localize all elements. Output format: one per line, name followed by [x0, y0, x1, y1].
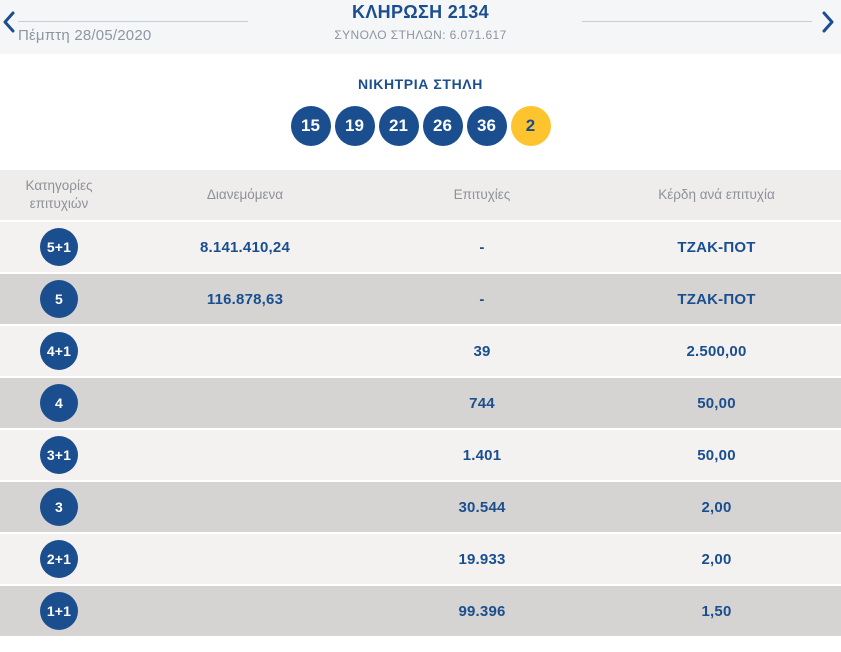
category-badge: 5+1 — [40, 228, 78, 266]
table-row: 5 116.878,63 - ΤΖΑΚ-ΠΟΤ — [0, 274, 841, 326]
category-cell: 3+1 — [0, 436, 118, 474]
table-row: 2+1 19.933 2,00 — [0, 534, 841, 586]
winnings-cell: 2,00 — [701, 498, 732, 516]
page-title: ΚΛΗΡΩΣΗ 2134 — [352, 2, 489, 22]
winning-column-title: ΝΙΚΗΤΡΙΑ ΣΤΗΛΗ — [358, 76, 483, 92]
draw-navigation-header: Πέμπτη 28/05/2020 ΚΛΗΡΩΣΗ 2134 ΣΥΝΟΛΟ ΣΤ… — [0, 0, 841, 54]
successes-cell: 1.401 — [462, 446, 502, 464]
column-header-successes: Επιτυχίες — [453, 187, 511, 203]
category-badge: 2+1 — [40, 540, 78, 578]
results-table: Κατηγορίες επιτυχιών Διανεμόμενα Επιτυχί… — [0, 170, 841, 638]
table-row: 3+1 1.401 50,00 — [0, 430, 841, 482]
next-draw-button[interactable] — [822, 11, 835, 33]
chevron-right-icon — [822, 11, 835, 36]
timeline-right-divider — [582, 21, 812, 22]
winning-number-ball: 26 — [422, 106, 463, 146]
successes-cell: 39 — [473, 342, 491, 360]
table-row: 3 30.544 2,00 — [0, 482, 841, 534]
winnings-cell: 2,00 — [701, 550, 732, 568]
category-cell: 3 — [0, 488, 118, 526]
category-cell: 5+1 — [0, 228, 118, 266]
joker-number-ball: 2 — [510, 106, 551, 146]
results-table-header: Κατηγορίες επιτυχιών Διανεμόμενα Επιτυχί… — [0, 170, 841, 222]
table-row: 1+1 99.396 1,50 — [0, 586, 841, 638]
category-cell: 4 — [0, 384, 118, 422]
category-badge: 3+1 — [40, 436, 78, 474]
winnings-cell: 2.500,00 — [686, 342, 747, 360]
category-badge: 5 — [40, 280, 78, 318]
category-badge: 1+1 — [40, 592, 78, 630]
column-header-distributed: Διανεμόμενα — [206, 187, 284, 203]
successes-cell: - — [479, 238, 485, 256]
distributed-cell: 8.141.410,24 — [200, 238, 290, 256]
category-cell: 2+1 — [0, 540, 118, 578]
winning-number-ball: 36 — [466, 106, 507, 146]
winnings-cell: 1,50 — [701, 602, 732, 620]
draw-title-block: ΚΛΗΡΩΣΗ 2134 ΣΥΝΟΛΟ ΣΤΗΛΩΝ: 6.071.617 — [0, 2, 841, 42]
table-row: 4 744 50,00 — [0, 378, 841, 430]
column-header-category: Κατηγορίες επιτυχιών — [25, 178, 93, 211]
distributed-cell: 116.878,63 — [206, 290, 284, 308]
table-row: 5+1 8.141.410,24 - ΤΖΑΚ-ΠΟΤ — [0, 222, 841, 274]
successes-cell: 744 — [469, 394, 495, 412]
winning-number-ball: 19 — [334, 106, 375, 146]
winning-number-ball: 21 — [378, 106, 419, 146]
successes-cell: - — [479, 290, 485, 308]
winnings-cell: ΤΖΑΚ-ΠΟΤ — [677, 238, 756, 256]
winning-column-section: ΝΙΚΗΤΡΙΑ ΣΤΗΛΗ 15 19 21 26 36 2 — [0, 54, 841, 146]
column-header-winnings: Κέρδη ανά επιτυχία — [658, 187, 775, 203]
total-columns-label: ΣΥΝΟΛΟ ΣΤΗΛΩΝ: 6.071.617 — [334, 28, 507, 42]
successes-cell: 99.396 — [458, 602, 506, 620]
successes-cell: 19.933 — [458, 550, 506, 568]
results-table-body: 5+1 8.141.410,24 - ΤΖΑΚ-ΠΟΤ 5 116.878,63… — [0, 222, 841, 638]
category-cell: 5 — [0, 280, 118, 318]
table-row: 4+1 39 2.500,00 — [0, 326, 841, 378]
category-cell: 4+1 — [0, 332, 118, 370]
category-badge: 3 — [40, 488, 78, 526]
successes-cell: 30.544 — [458, 498, 506, 516]
winning-numbers: 15 19 21 26 36 2 — [0, 106, 841, 146]
winning-number-ball: 15 — [290, 106, 331, 146]
category-badge: 4+1 — [40, 332, 78, 370]
draw-results-page: Πέμπτη 28/05/2020 ΚΛΗΡΩΣΗ 2134 ΣΥΝΟΛΟ ΣΤ… — [0, 0, 841, 652]
winnings-cell: 50,00 — [697, 446, 736, 464]
category-badge: 4 — [40, 384, 78, 422]
category-cell: 1+1 — [0, 592, 118, 630]
winnings-cell: 50,00 — [697, 394, 736, 412]
winnings-cell: ΤΖΑΚ-ΠΟΤ — [677, 290, 756, 308]
